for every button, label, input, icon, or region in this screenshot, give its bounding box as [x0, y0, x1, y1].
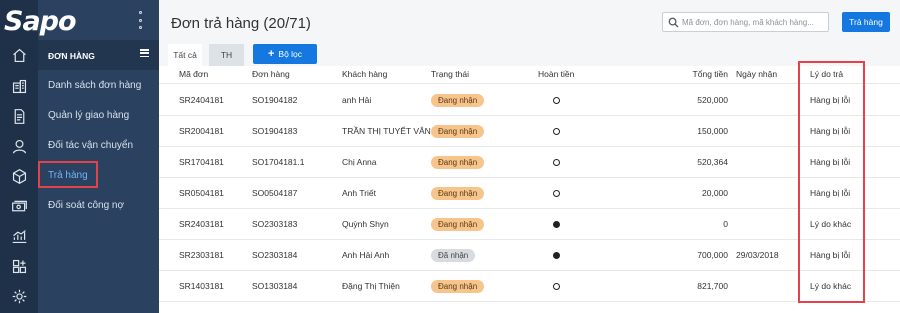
sidebar-item-delivery-management[interactable]: Quản lý giao hàng [48, 110, 129, 121]
not-refunded-circle-icon [553, 190, 560, 197]
column-header-order[interactable]: Đơn hàng [252, 69, 290, 79]
cell-customer: Chị Anna [342, 157, 377, 167]
status-badge: Đang nhận [431, 156, 485, 169]
cell-customer: TRẦN THỊ TUYẾT VÂN [342, 126, 431, 136]
status-badge: Đang nhận [431, 280, 485, 293]
tab-all[interactable]: Tất cả [168, 44, 202, 66]
user-icon[interactable] [9, 136, 29, 156]
cell-code: SR2303181 [179, 250, 224, 260]
cell-code: SR2404181 [179, 95, 224, 105]
cell-customer: Anh Triết [342, 188, 377, 198]
cell-customer: Quỳnh Shyn [342, 219, 389, 229]
status-badge: Đang nhận [431, 218, 485, 231]
sidebar-item-reconciliation[interactable]: Đối soát công nợ [48, 200, 124, 211]
cell-total: 520,000 [697, 95, 728, 105]
search-input[interactable] [682, 15, 825, 29]
menu-icon[interactable] [140, 49, 149, 57]
page-title: Đơn trả hàng (20/71) [171, 15, 311, 32]
not-refunded-circle-icon [553, 159, 560, 166]
cell-total: 150,000 [697, 126, 728, 136]
cell-total: 700,000 [697, 250, 728, 260]
column-header-refund[interactable]: Hoàn tiền [538, 69, 574, 79]
building-icon[interactable] [9, 76, 29, 96]
search-icon [668, 17, 679, 28]
column-header-total[interactable]: Tổng tiền [693, 69, 728, 79]
refunded-filled-circle-icon [553, 252, 560, 259]
not-refunded-circle-icon [553, 128, 560, 135]
column-header-status[interactable]: Trạng thái [431, 69, 469, 79]
cell-total: 520,364 [697, 157, 728, 167]
table-row[interactable]: SR2004181 SO1904183 TRẦN THỊ TUYẾT VÂN Đang… [159, 116, 900, 147]
money-icon[interactable] [9, 196, 29, 216]
cell-total: 821,700 [697, 281, 728, 291]
table-header: Mã đơn Đơn hàng Khách hàng Trạng thái Ho… [159, 66, 900, 84]
home-icon[interactable] [9, 45, 29, 65]
sapo-logo[interactable]: Sapo [4, 6, 84, 38]
column-header-code[interactable]: Mã đơn [179, 69, 208, 79]
returns-highlight-box [38, 161, 98, 188]
cell-order: SO1904182 [252, 95, 298, 105]
not-refunded-circle-icon [553, 283, 560, 290]
sidebar-title: ĐƠN HÀNG [48, 51, 95, 61]
status-badge: Đang nhận [431, 187, 485, 200]
cell-order: SO1904183 [252, 126, 298, 136]
cell-order: SO2303184 [252, 250, 298, 260]
box-icon[interactable] [9, 166, 29, 186]
refunded-filled-circle-icon [553, 221, 560, 228]
main-content: Đơn trả hàng (20/71) Trả hàng Tất cả TH … [159, 0, 900, 313]
settings-icon[interactable] [9, 286, 29, 306]
chart-icon[interactable] [9, 226, 29, 246]
status-badge: Đã nhận [431, 249, 476, 262]
cell-order: SO1704181.1 [252, 157, 305, 167]
filter-button[interactable]: + Bộ lọc [253, 44, 317, 64]
cell-total: 20,000 [702, 188, 728, 198]
column-header-customer[interactable]: Khách hàng [342, 69, 387, 79]
cell-code: SR0504181 [179, 188, 224, 198]
table-row[interactable]: SR2303181 SO2303184 Anh Hải Anh Đã nhận 700,… [159, 240, 900, 271]
cell-code: SR1403181 [179, 281, 224, 291]
table-row[interactable]: SR2404181 SO1904182 anh Hải Đang nhận 520,00… [159, 85, 900, 116]
icon-rail [0, 0, 38, 313]
cell-customer: Anh Hải Anh [342, 250, 390, 260]
cell-customer: anh Hải [342, 95, 372, 105]
sidebar-item-shipping-partners[interactable]: Đối tác vận chuyển [48, 140, 133, 151]
sidebar-item-order-list[interactable]: Danh sách đơn hàng [48, 80, 141, 91]
create-return-button[interactable]: Trả hàng [842, 12, 890, 32]
cell-code: SR2403181 [179, 219, 224, 229]
cell-code: SR2004181 [179, 126, 224, 136]
document-icon[interactable] [9, 106, 29, 126]
not-refunded-circle-icon [553, 97, 560, 104]
apps-icon[interactable] [9, 256, 29, 276]
cell-order: SO0504187 [252, 188, 298, 198]
table-row[interactable]: SR2403181 SO2303183 Quỳnh Shyn Đang nhận 0 Lý… [159, 209, 900, 240]
tab-th[interactable]: TH [209, 44, 244, 66]
cell-customer: Đặng Thị Thiện [342, 281, 400, 291]
plus-icon: + [267, 48, 275, 60]
status-badge: Đang nhận [431, 94, 485, 107]
reason-column-highlight-box [798, 61, 865, 303]
status-badge: Đang nhận [431, 125, 485, 138]
sidebar-header: ĐƠN HÀNG [38, 40, 159, 70]
table-row[interactable]: SR0504181 SO0504187 Anh Triết Đang nhận 20,0… [159, 178, 900, 209]
cell-order: SO2303183 [252, 219, 298, 229]
search-box [662, 12, 829, 32]
page-header: Đơn trả hàng (20/71) Trả hàng [159, 0, 900, 42]
more-options-icon[interactable] [135, 11, 145, 29]
filter-button-label: Bộ lọc [278, 49, 303, 59]
cell-order: SO1303184 [252, 281, 298, 291]
cell-received-date: 29/03/2018 [736, 250, 779, 260]
filter-tabs: Tất cả TH + Bộ lọc [159, 42, 900, 66]
cell-code: SR1704181 [179, 157, 224, 167]
table-row[interactable]: SR1704181 SO1704181.1 Chị Anna Đang nhận 520… [159, 147, 900, 178]
cell-total: 0 [723, 219, 728, 229]
table-row[interactable]: SR1403181 SO1303184 Đặng Thị Thiện Đang nhậ… [159, 271, 900, 302]
column-header-received-date[interactable]: Ngày nhận [736, 69, 777, 79]
